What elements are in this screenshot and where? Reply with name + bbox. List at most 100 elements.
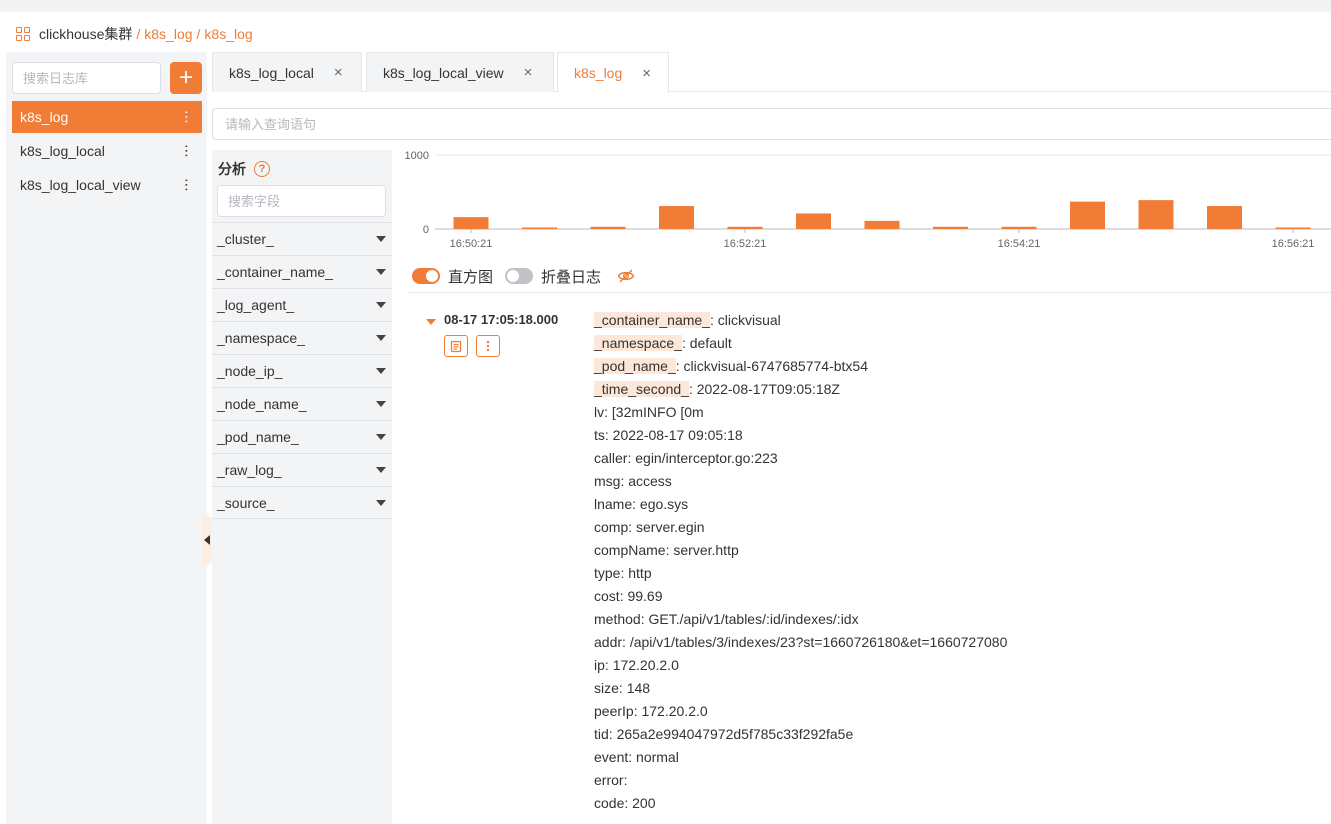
histogram-bar[interactable] bbox=[522, 227, 557, 230]
log-field-key[interactable]: comp bbox=[594, 519, 628, 535]
log-field-key[interactable]: _namespace_ bbox=[594, 335, 682, 351]
log-field-value[interactable]: 200 bbox=[632, 795, 655, 811]
field-item[interactable]: _container_name_ bbox=[212, 255, 392, 288]
log-field-value[interactable]: [32mINFO [0m bbox=[612, 404, 704, 420]
histogram-bar[interactable] bbox=[1001, 226, 1037, 229]
log-field-key[interactable]: type bbox=[594, 565, 620, 581]
log-field-value[interactable]: /api/v1/tables/3/indexes/23?st=166072618… bbox=[630, 634, 1008, 650]
log-field-key[interactable]: caller bbox=[594, 450, 627, 466]
histogram-bar[interactable] bbox=[1138, 200, 1174, 229]
query-input[interactable] bbox=[213, 109, 1331, 139]
log-more-button[interactable] bbox=[476, 335, 500, 357]
log-field-value[interactable]: GET./api/v1/tables/:id/indexes/:idx bbox=[648, 611, 858, 627]
field-item[interactable]: _namespace_ bbox=[212, 321, 392, 354]
log-field-key[interactable]: _container_name_ bbox=[594, 312, 710, 328]
log-field-key[interactable]: _time_second_ bbox=[594, 381, 689, 397]
log-field-key[interactable]: lname bbox=[594, 496, 632, 512]
log-field-value[interactable]: clickvisual bbox=[718, 312, 781, 328]
histogram-bar[interactable] bbox=[727, 226, 763, 229]
help-icon[interactable]: ? bbox=[254, 161, 270, 177]
caret-down-icon[interactable] bbox=[376, 269, 386, 275]
histogram-bar[interactable] bbox=[453, 217, 489, 229]
log-field-value[interactable]: http bbox=[628, 565, 651, 581]
caret-down-icon[interactable] bbox=[376, 401, 386, 407]
field-item[interactable]: _log_agent_ bbox=[212, 288, 392, 321]
copy-log-button[interactable] bbox=[444, 335, 468, 357]
histogram-bar[interactable] bbox=[1207, 206, 1242, 229]
breadcrumb-table[interactable]: k8s_log bbox=[204, 26, 252, 42]
log-field-value[interactable]: 172.20.2.0 bbox=[613, 657, 679, 673]
field-search-input[interactable] bbox=[218, 186, 385, 216]
close-icon[interactable]: × bbox=[334, 64, 343, 81]
eye-off-icon[interactable] bbox=[617, 268, 635, 284]
log-field-value[interactable]: server.http bbox=[673, 542, 738, 558]
log-field-key[interactable]: msg bbox=[594, 473, 620, 489]
field-item[interactable]: _pod_name_ bbox=[212, 420, 392, 453]
field-item[interactable]: _source_ bbox=[212, 486, 392, 519]
histogram-bar[interactable] bbox=[659, 206, 694, 229]
log-field-key[interactable]: ts bbox=[594, 427, 605, 443]
log-field-value[interactable]: 2022-08-17T09:05:18Z bbox=[697, 381, 840, 397]
histogram-bar[interactable] bbox=[933, 226, 968, 229]
log-field-key[interactable]: size bbox=[594, 680, 619, 696]
histogram-bar[interactable] bbox=[1275, 227, 1311, 230]
caret-down-icon[interactable] bbox=[376, 368, 386, 374]
collapse-panel-button[interactable] bbox=[202, 515, 212, 565]
field-item[interactable]: _raw_log_ bbox=[212, 453, 392, 486]
log-field-value[interactable]: 148 bbox=[627, 680, 650, 696]
log-field-value[interactable]: default bbox=[690, 335, 732, 351]
log-field-key[interactable]: code bbox=[594, 795, 624, 811]
log-field-key[interactable]: method bbox=[594, 611, 641, 627]
close-icon[interactable]: × bbox=[524, 64, 533, 81]
add-database-button[interactable]: + bbox=[170, 62, 202, 94]
sidebar-item-k8s-log-local[interactable]: k8s_log_local ⋯ bbox=[12, 135, 202, 167]
log-field-value[interactable]: 265a2e994047972d5f785c33f292fa5e bbox=[617, 726, 854, 742]
log-field-key[interactable]: tid bbox=[594, 726, 609, 742]
log-field-value[interactable]: 99.69 bbox=[627, 588, 662, 604]
log-field-key[interactable]: _pod_name_ bbox=[594, 358, 676, 374]
log-field-value[interactable]: 172.20.2.0 bbox=[641, 703, 707, 719]
log-field-key[interactable]: compName bbox=[594, 542, 666, 558]
more-icon[interactable]: ⋯ bbox=[179, 178, 195, 192]
caret-down-icon[interactable] bbox=[376, 434, 386, 440]
log-field-value[interactable]: server.egin bbox=[636, 519, 704, 535]
more-icon[interactable]: ⋯ bbox=[179, 144, 195, 158]
log-field-value[interactable]: access bbox=[628, 473, 672, 489]
log-field-key[interactable]: lv bbox=[594, 404, 604, 420]
tab-k8s-log-local-view[interactable]: k8s_log_local_view × bbox=[366, 52, 554, 92]
histogram-bar[interactable] bbox=[864, 220, 900, 229]
log-field-value[interactable]: 2022-08-17 09:05:18 bbox=[613, 427, 743, 443]
close-icon[interactable]: × bbox=[642, 65, 651, 82]
caret-down-icon[interactable] bbox=[376, 302, 386, 308]
field-item[interactable]: _node_name_ bbox=[212, 387, 392, 420]
field-item[interactable]: _cluster_ bbox=[212, 222, 392, 255]
breadcrumb-cluster[interactable]: clickhouse集群 bbox=[39, 24, 132, 44]
log-field-value[interactable]: egin/interceptor.go:223 bbox=[635, 450, 777, 466]
breadcrumb-database[interactable]: k8s_log bbox=[144, 26, 192, 42]
sidebar-item-k8s-log[interactable]: k8s_log ⋯ bbox=[12, 101, 202, 133]
tab-k8s-log[interactable]: k8s_log × bbox=[557, 52, 669, 93]
log-field-key[interactable]: cost bbox=[594, 588, 620, 604]
log-field-key[interactable]: event bbox=[594, 749, 628, 765]
log-field-value[interactable]: normal bbox=[636, 749, 679, 765]
tab-k8s-log-local[interactable]: k8s_log_local × bbox=[212, 52, 362, 92]
histogram-chart[interactable]: 1000 0 16:50:21 16:52:21 16:54:21 16:56:21 bbox=[392, 146, 1331, 256]
log-field-key[interactable]: peerIp bbox=[594, 703, 634, 719]
caret-down-icon[interactable] bbox=[376, 467, 386, 473]
log-field-key[interactable]: error bbox=[594, 772, 624, 788]
caret-down-icon[interactable] bbox=[376, 236, 386, 242]
log-field-value[interactable]: ego.sys bbox=[640, 496, 688, 512]
database-search-input[interactable] bbox=[13, 63, 160, 93]
sidebar-item-k8s-log-local-view[interactable]: k8s_log_local_view ⋯ bbox=[12, 169, 202, 201]
log-field-value[interactable]: clickvisual-6747685774-btx54 bbox=[684, 358, 868, 374]
histogram-bar[interactable] bbox=[590, 226, 626, 229]
expand-caret-icon[interactable] bbox=[426, 319, 436, 325]
field-item[interactable]: _node_ip_ bbox=[212, 354, 392, 387]
log-field-key[interactable]: addr bbox=[594, 634, 622, 650]
more-icon[interactable]: ⋯ bbox=[179, 110, 195, 124]
log-field-key[interactable]: ip bbox=[594, 657, 605, 673]
histogram-bar[interactable] bbox=[796, 213, 831, 229]
histogram-bar[interactable] bbox=[1070, 201, 1105, 229]
caret-down-icon[interactable] bbox=[376, 335, 386, 341]
histogram-switch[interactable] bbox=[412, 268, 440, 284]
